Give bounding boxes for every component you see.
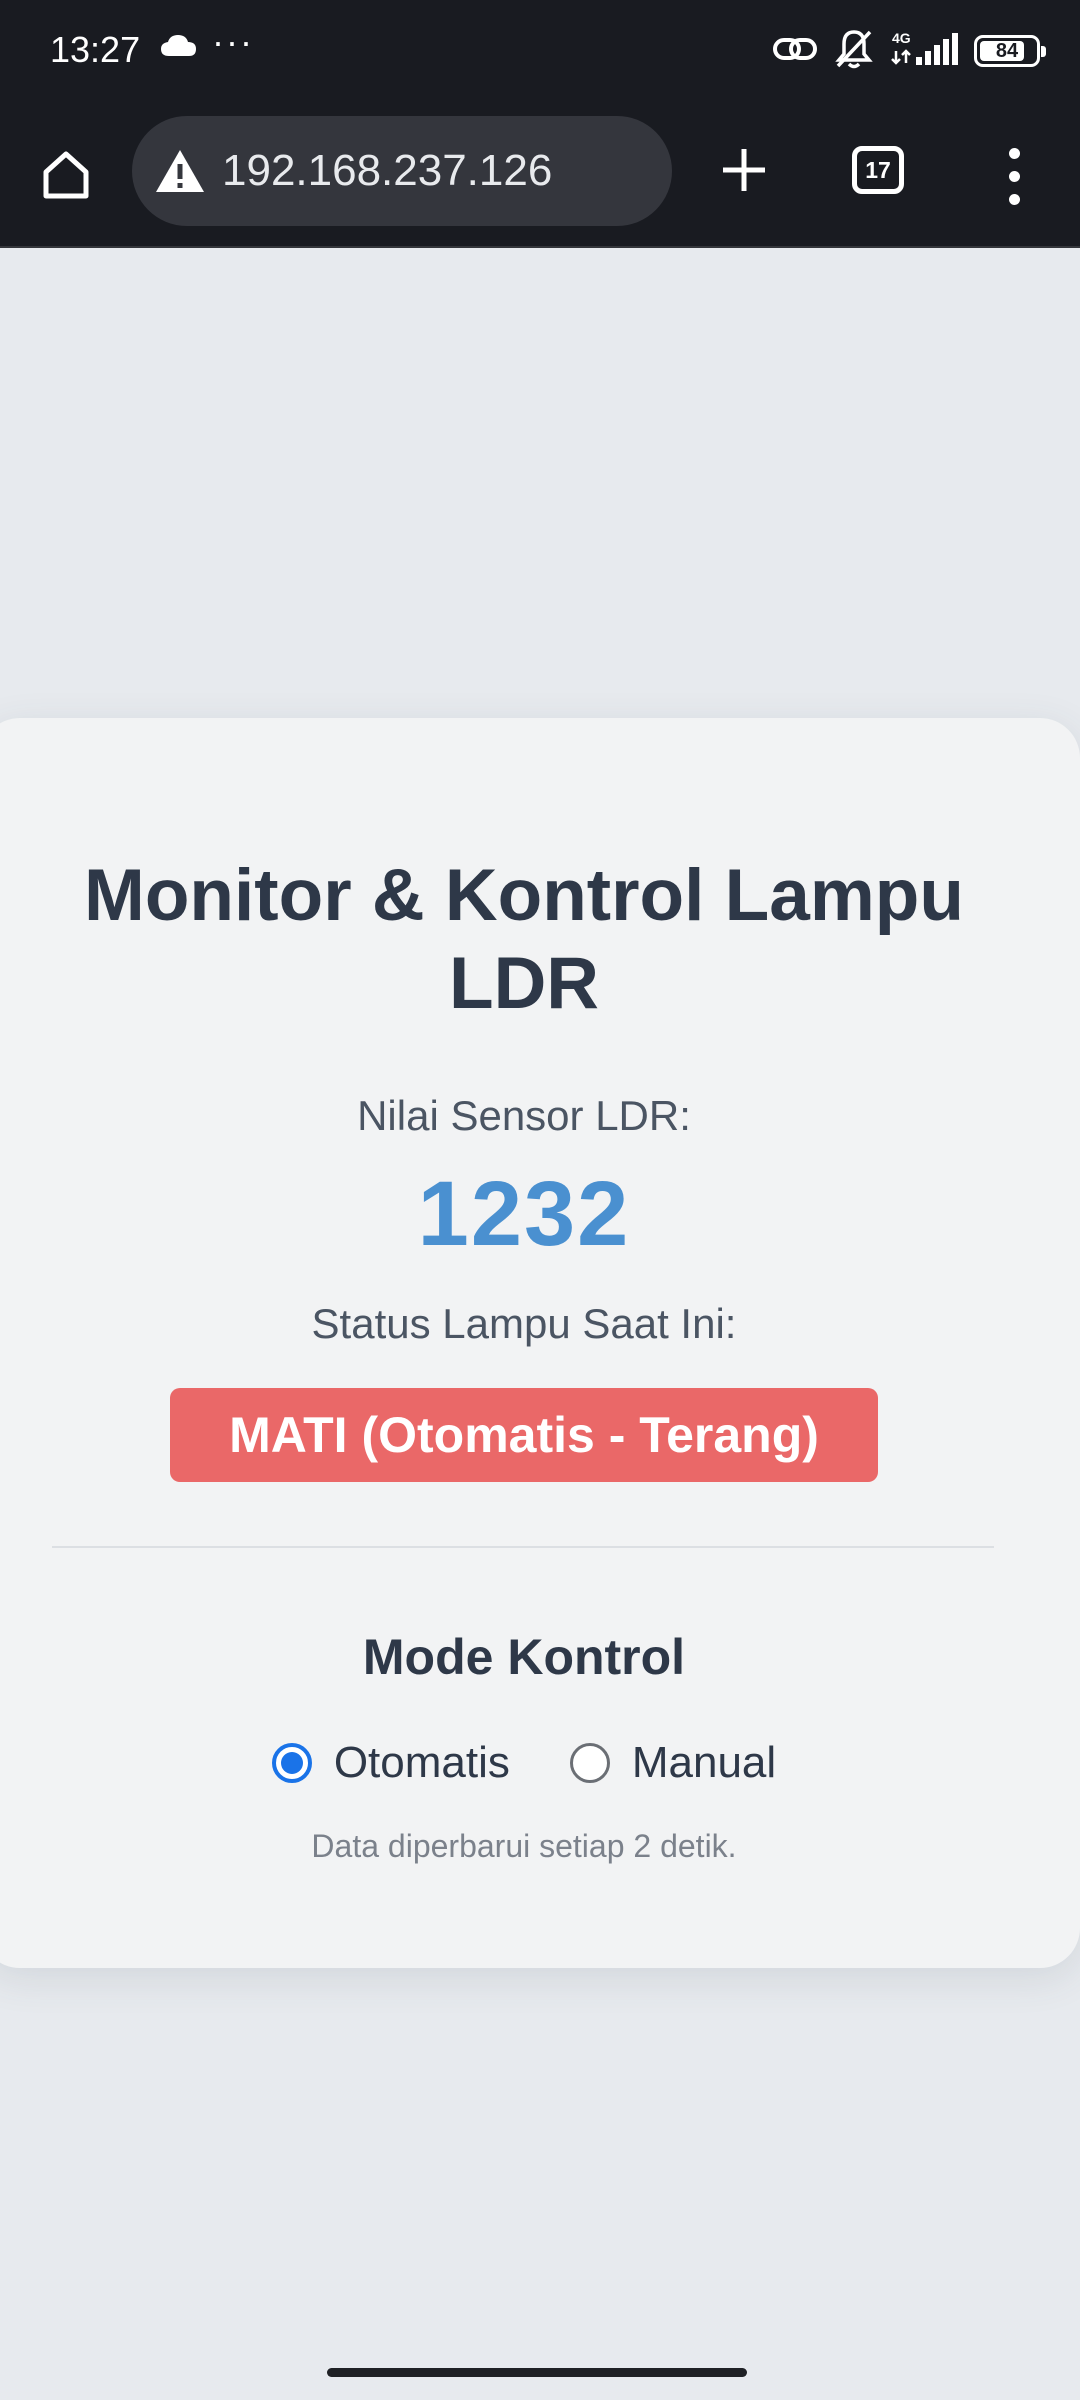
radio-manual-label[interactable]: Manual	[632, 1738, 776, 1788]
page-title: Monitor & Kontrol Lampu LDR	[84, 855, 964, 1024]
more-vert-icon-dot	[1008, 193, 1020, 205]
sensor-label: Nilai Sensor LDR:	[357, 1092, 691, 1139]
sensor-value: 1232	[417, 1163, 631, 1265]
status-icons: 4G 84	[772, 26, 1046, 76]
battery-level: 84	[995, 39, 1019, 62]
address-bar[interactable]: 192.168.237.126	[132, 116, 672, 226]
mode-radio-group: Otomatis Manual	[0, 1728, 1048, 1798]
muted-bell-icon	[832, 28, 876, 75]
update-note: Data diperbarui setiap 2 detik.	[311, 1828, 737, 1864]
tab-count: 17	[865, 156, 891, 183]
radio-otomatis-button[interactable]	[271, 1743, 312, 1783]
battery-nub	[1041, 46, 1046, 57]
mode-title: Mode Kontrol	[362, 1629, 686, 1685]
more-vert-icon	[1008, 147, 1020, 159]
more-vert-icon-dot	[1008, 170, 1020, 182]
status-bar: 13:27 ··· 4G 84	[0, 0, 1080, 104]
browser-toolbar: 192.168.237.126 17	[0, 104, 1080, 248]
radio-manual[interactable]: Manual	[569, 1738, 776, 1788]
home-indicator[interactable]	[327, 2368, 747, 2377]
not-secure-warning-icon[interactable]	[152, 143, 208, 199]
lamp-status-label: Status Lampu Saat Ini:	[311, 1300, 737, 1347]
radio-manual-button[interactable]	[569, 1743, 610, 1783]
new-tab-button[interactable]	[708, 134, 780, 206]
tabs-button[interactable]: 17	[852, 146, 904, 194]
status-time: 13:27	[50, 29, 141, 70]
svg-text:4G: 4G	[892, 30, 911, 46]
home-icon	[43, 151, 89, 199]
lamp-status-badge: MATI (Otomatis - Terang)	[170, 1388, 878, 1482]
url-text[interactable]: 192.168.237.126	[222, 146, 552, 196]
divider	[52, 1546, 994, 1548]
signal-icon: 4G	[890, 29, 960, 74]
cloud-icon	[160, 34, 198, 63]
radio-otomatis-label[interactable]: Otomatis	[334, 1738, 510, 1788]
battery-icon: 84	[974, 35, 1046, 67]
more-options-button[interactable]	[990, 140, 1038, 212]
plus-icon	[723, 149, 765, 191]
more-notifications-indicator: ···	[212, 21, 254, 62]
link-icon	[772, 32, 818, 71]
home-button[interactable]	[30, 138, 102, 210]
radio-otomatis[interactable]: Otomatis	[271, 1738, 510, 1788]
